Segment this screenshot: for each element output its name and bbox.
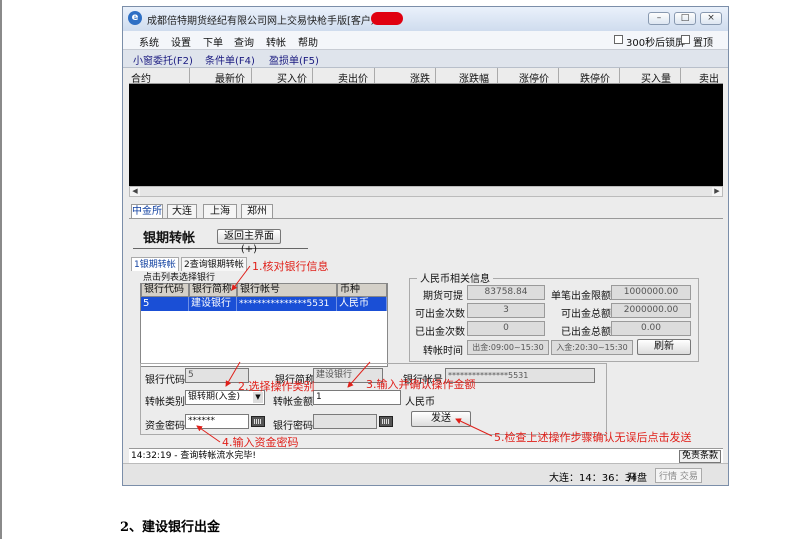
- bank-col-currency: 币种: [337, 283, 387, 297]
- window-title: 成都倍特期货经纪有限公司网上交易快枪手版[客户姓名：: [147, 16, 401, 27]
- menu-transfer[interactable]: 转帐: [266, 34, 286, 49]
- menu-bar: 系统 设置 下单 查询 转帐 帮助 300秒后锁屏 置顶: [123, 31, 728, 50]
- transfer-amount-label: 转帐金额: [273, 397, 313, 408]
- tab-bank-futures-transfer[interactable]: 1银期转帐: [131, 257, 179, 271]
- select-bank-hint: 点击列表选择银行: [143, 273, 216, 283]
- menu-settings[interactable]: 设置: [171, 34, 191, 49]
- col-ask-price[interactable]: 卖出价: [338, 70, 368, 83]
- market-status: 开盘: [627, 473, 647, 484]
- withdrawn-count-value: 0: [467, 321, 545, 336]
- lock-screen-label: 300秒后锁屏: [626, 38, 686, 49]
- bank-password-input[interactable]: [313, 414, 377, 429]
- col-change[interactable]: 涨跌: [410, 70, 430, 83]
- toolbar: 小窗委托(F2) 条件单(F4) 盈损单(F5): [123, 50, 728, 68]
- col-bid-price[interactable]: 买入价: [277, 70, 307, 83]
- status-message: 14:32:19 - 查询转帐流水完毕!: [131, 451, 256, 461]
- transfer-time-label: 转帐时间: [423, 346, 463, 357]
- page-left-rule: [0, 0, 2, 539]
- tab-dalian[interactable]: 大连: [167, 204, 197, 218]
- withdraw-count-value: 3: [467, 303, 545, 318]
- transfer-type-label: 转帐类别: [145, 397, 185, 408]
- menu-system[interactable]: 系统: [139, 34, 159, 49]
- available-value: 83758.84: [467, 285, 545, 300]
- keyboard-icon[interactable]: [379, 416, 393, 427]
- tab-cffex[interactable]: 中金所: [131, 204, 163, 218]
- available-label: 期货可提: [423, 291, 463, 302]
- bank-password-label: 银行密码: [273, 421, 313, 432]
- keyboard-icon[interactable]: [251, 416, 265, 427]
- clock-readout: 大连：14：36：34: [549, 473, 638, 484]
- withdrawn-total-value: 0.00: [611, 321, 691, 336]
- bank-row-code[interactable]: 5: [141, 297, 189, 311]
- quote-trade-switch[interactable]: 行情 交易: [655, 468, 702, 483]
- maximize-icon[interactable]: □: [674, 12, 696, 25]
- col-contract[interactable]: 合约: [131, 70, 151, 83]
- pin-label: 置顶: [693, 38, 713, 49]
- refresh-button[interactable]: 刷新: [637, 339, 691, 355]
- bank-row-currency[interactable]: 人民币: [337, 297, 387, 311]
- pin-checkbox[interactable]: [681, 35, 690, 44]
- small-window-order-button[interactable]: 小窗委托(F2): [133, 52, 193, 67]
- trading-window: e 成都倍特期货经纪有限公司网上交易快枪手版[客户姓名： – □ × 系统 设置…: [122, 6, 729, 486]
- footer-heading: 2、建设银行出金: [120, 520, 221, 535]
- back-to-main-button[interactable]: 返回主界面(+): [217, 229, 281, 255]
- single-limit-value: 1000000.00: [611, 285, 691, 300]
- tab-query-transfer[interactable]: 2查询银期转帐: [181, 257, 247, 271]
- bank-col-code: 银行代码: [141, 283, 189, 297]
- annotation-3: 3.输入并确认操作金额: [366, 378, 476, 391]
- lock-screen-checkbox[interactable]: [614, 35, 623, 44]
- bank-col-account: 银行帐号: [237, 283, 337, 297]
- scroll-left-icon[interactable]: ◀: [130, 187, 140, 196]
- menu-order[interactable]: 下单: [203, 34, 223, 49]
- withdrawn-count-label: 已出金次数: [415, 327, 465, 338]
- currency-label: 人民币: [405, 397, 435, 408]
- bottom-bar: 大连：14：36：34 开盘 行情 交易: [123, 463, 728, 485]
- menu-help[interactable]: 帮助: [298, 34, 318, 49]
- annotation-2: 2.选择操作类别: [238, 380, 315, 393]
- bank-row-account[interactable]: ***************5531: [237, 297, 337, 311]
- menu-query[interactable]: 查询: [234, 34, 254, 49]
- col-last-price[interactable]: 最新价: [215, 70, 245, 83]
- conditional-order-button[interactable]: 条件单(F4): [205, 52, 255, 67]
- withdraw-total-value: 2000000.00: [611, 303, 691, 318]
- app-logo-icon: e: [128, 11, 142, 25]
- disclaimer-button[interactable]: 免责条款: [678, 450, 721, 463]
- minimize-icon[interactable]: –: [648, 12, 670, 25]
- title-bar: e 成都倍特期货经纪有限公司网上交易快枪手版[客户姓名： – □ ×: [123, 7, 728, 32]
- col-limit-down[interactable]: 跌停价: [580, 70, 610, 83]
- bank-row-short[interactable]: 建设银行: [189, 297, 237, 311]
- fund-password-input[interactable]: ******: [185, 414, 249, 429]
- redacted-customer-name: [371, 12, 403, 25]
- withdrawn-total-label: 已出金总额: [561, 327, 611, 338]
- col-bid-volume[interactable]: 买入量: [641, 70, 671, 83]
- transfer-type-value: 银转期(入金): [188, 392, 241, 402]
- withdraw-total-label: 可出金总额: [561, 309, 611, 320]
- profit-loss-order-button[interactable]: 盈损单(F5): [269, 52, 319, 67]
- status-line: 14:32:19 - 查询转帐流水完毕! 免责条款: [129, 448, 723, 463]
- rmb-info-title: 人民币相关信息: [417, 270, 493, 285]
- deposit-time-value: 入金:20:30~15:30: [551, 340, 633, 355]
- tab-shanghai[interactable]: 上海: [203, 204, 237, 218]
- single-limit-label: 单笔出金限额: [551, 291, 611, 302]
- quote-grid-body[interactable]: [129, 84, 723, 186]
- send-button[interactable]: 发送: [411, 411, 471, 427]
- withdraw-count-label: 可出金次数: [415, 309, 465, 320]
- fund-password-label: 资金密码: [145, 421, 185, 432]
- tab-zhengzhou[interactable]: 郑州: [241, 204, 273, 218]
- bank-code-label: 银行代码: [145, 375, 185, 386]
- withdraw-time-value: 出金:09:00~15:30: [467, 340, 549, 355]
- annotation-4: 4.输入资金密码: [222, 436, 299, 449]
- annotation-5: 5.检查上述操作步骤确认无误后点击发送: [494, 431, 692, 444]
- col-change-pct[interactable]: 涨跌幅: [459, 70, 489, 83]
- col-limit-up[interactable]: 涨停价: [519, 70, 549, 83]
- transfer-amount-input[interactable]: 1: [313, 390, 401, 405]
- close-icon[interactable]: ×: [700, 12, 722, 25]
- transfer-heading: 银期转帐: [143, 231, 196, 246]
- col-ask[interactable]: 卖出: [699, 70, 719, 83]
- quote-grid-header: 合约 最新价 买入价 卖出价 涨跌 涨跌幅 涨停价 跌停价 买入量 卖出: [129, 68, 723, 84]
- scroll-right-icon[interactable]: ▶: [712, 187, 722, 196]
- bank-col-short: 银行简称: [189, 283, 237, 297]
- annotation-1: 1.核对银行信息: [252, 260, 329, 273]
- horizontal-scrollbar[interactable]: ◀ ▶: [129, 186, 723, 197]
